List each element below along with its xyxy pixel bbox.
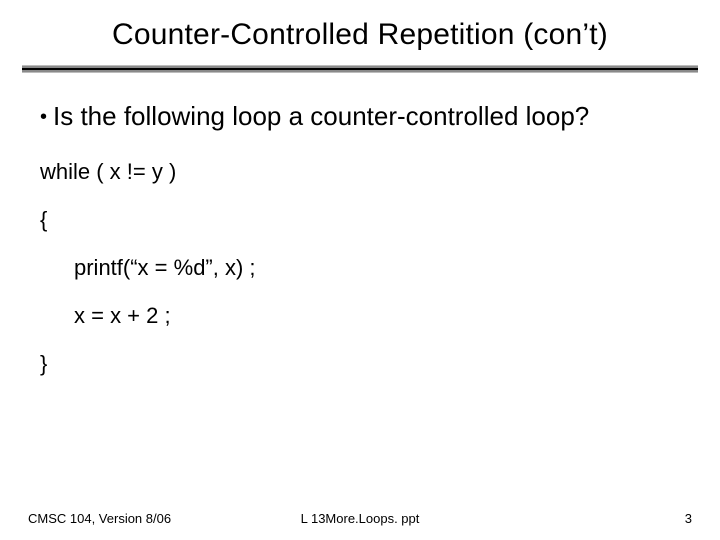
slide-body: • Is the following loop a counter-control… — [0, 72, 720, 375]
code-line-3: printf(“x = %d”, x) ; — [40, 257, 680, 279]
code-block: while ( x != y ) { printf(“x = %d”, x) ;… — [40, 161, 680, 375]
code-line-4: x = x + 2 ; — [40, 305, 680, 327]
footer-center: L 13More.Loops. ppt — [301, 511, 420, 526]
footer-left: CMSC 104, Version 8/06 — [28, 511, 171, 526]
lead-paragraph: • Is the following loop a counter-control… — [40, 100, 680, 133]
slide-title: Counter-Controlled Repetition (con’t) — [0, 18, 720, 66]
footer-page-number: 3 — [685, 511, 692, 526]
code-line-2: { — [40, 209, 680, 231]
slide: Counter-Controlled Repetition (con’t) • I… — [0, 0, 720, 540]
code-line-1: while ( x != y ) — [40, 161, 680, 183]
bullet-marker: • — [40, 106, 47, 128]
code-line-5: } — [40, 353, 680, 375]
lead-text: Is the following loop a counter-controll… — [53, 101, 589, 131]
slide-footer: CMSC 104, Version 8/06 L 13More.Loops. p… — [0, 511, 720, 526]
